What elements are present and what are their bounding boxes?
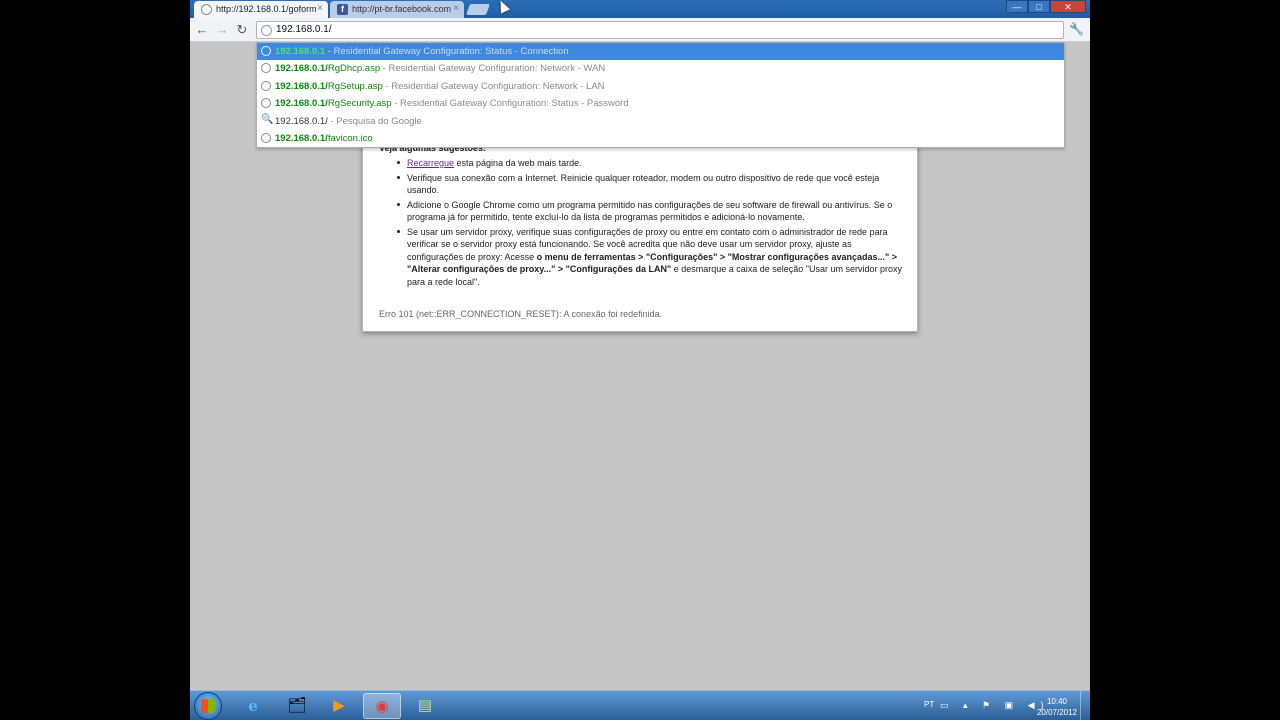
suggestion-desc: - Pesquisa do Google xyxy=(327,115,422,127)
tab-facebook[interactable]: f http://pt-br.facebook.com × xyxy=(330,1,464,18)
suggestion-desc: - Residential Gateway Configuration: Net… xyxy=(382,80,605,92)
suggestion-item[interactable]: 192.168.0.1/favicon.ico xyxy=(257,130,1064,147)
search-icon: 🔍 xyxy=(261,113,274,125)
media-player-icon[interactable]: ▶ xyxy=(320,693,358,719)
back-button[interactable]: ← xyxy=(194,22,210,38)
globe-icon xyxy=(261,98,271,109)
windows-logo-icon xyxy=(201,699,215,713)
suggestion-url: 192.168.0.1/ xyxy=(275,63,328,75)
suggestion-desc: - Residential Gateway Configuration: Net… xyxy=(380,63,606,75)
screen: http://192.168.0.1/goform × f http://pt-… xyxy=(190,0,1090,720)
list-item: Se usar um servidor proxy, verifique sua… xyxy=(379,226,904,289)
reload-link[interactable]: Recarregue xyxy=(407,158,454,168)
suggestion-query: 192.168.0.1/ xyxy=(275,115,328,127)
taskbar: e 🗂 ▶ ◉ ▤ PT ▭ ▴ ⚑ ▣ ◀) 10:40 20/07/2012 xyxy=(190,690,1090,720)
language-indicator[interactable]: PT xyxy=(924,700,934,709)
wrench-icon[interactable]: 🔧 xyxy=(1069,22,1084,36)
suggestion-url-path: RgSecurity.asp xyxy=(327,98,392,110)
suggestion-text: esta página da web mais tarde. xyxy=(454,158,582,168)
globe-icon xyxy=(261,25,272,36)
minimize-button[interactable]: — xyxy=(1006,0,1028,13)
internet-explorer-icon[interactable]: e xyxy=(234,693,272,719)
list-item: Recarregue esta página da web mais tarde… xyxy=(379,157,904,170)
file-explorer-icon[interactable]: 🗂 xyxy=(278,693,316,719)
omnibox-dropdown: 192.168.0.1 - Residential Gateway Config… xyxy=(256,42,1065,148)
suggestion-url-path: RgDhcp.asp xyxy=(327,63,381,75)
suggestion-desc: - Residential Gateway Configuration: Sta… xyxy=(325,46,569,57)
suggestion-url: 192.168.0.1/ xyxy=(275,132,328,144)
suggestion-url-path: favicon.ico xyxy=(327,132,373,144)
list-item: Adicione o Google Chrome como um program… xyxy=(379,199,904,224)
chrome-icon[interactable]: ◉ xyxy=(363,693,401,719)
suggestion-item[interactable]: 192.168.0.1/RgSecurity.asp - Residential… xyxy=(257,95,1064,112)
reload-button[interactable]: ↻ xyxy=(234,22,250,38)
forward-button[interactable]: → xyxy=(214,22,230,38)
close-window-button[interactable]: ✕ xyxy=(1050,0,1086,13)
window-controls: — □ ✕ xyxy=(1006,0,1086,13)
globe-icon xyxy=(261,132,271,143)
suggestion-url: 192.168.0.1/ xyxy=(275,98,328,110)
suggestion-text: Verifique sua conexão com a Internet. Re… xyxy=(407,172,880,196)
omnibox[interactable]: 192.168.0.1/ xyxy=(256,21,1064,39)
suggestion-item[interactable]: 192.168.0.1/RgSetup.asp - Residential Ga… xyxy=(257,78,1064,95)
suggestion-item[interactable]: 192.168.0.1/RgDhcp.asp - Residential Gat… xyxy=(257,60,1064,77)
suggestion-item-search[interactable]: 🔍 192.168.0.1/ - Pesquisa do Google xyxy=(257,113,1064,130)
globe-icon xyxy=(261,80,271,91)
start-button[interactable] xyxy=(194,692,222,720)
facebook-icon: f xyxy=(337,4,348,15)
tab-close-icon[interactable]: × xyxy=(453,3,459,14)
globe-icon xyxy=(201,4,212,15)
toolbar: ← → ↻ 192.168.0.1/ 🔧 xyxy=(190,18,1090,42)
tab-title: http://192.168.0.1/goform xyxy=(216,4,317,14)
error-code: Erro 101 (net::ERR_CONNECTION_RESET): A … xyxy=(379,309,663,319)
suggestion-text: Adicione o Google Chrome como um program… xyxy=(407,199,893,223)
tab-strip: http://192.168.0.1/goform × f http://pt-… xyxy=(190,0,1090,18)
tab-close-icon[interactable]: × xyxy=(317,3,323,14)
suggestion-url-path: RgSetup.asp xyxy=(327,80,383,92)
maximize-button[interactable]: □ xyxy=(1028,0,1050,13)
tab-title: http://pt-br.facebook.com xyxy=(352,4,452,14)
globe-icon xyxy=(261,46,271,56)
suggestion-desc: - Residential Gateway Configuration: Sta… xyxy=(391,98,629,110)
omnibox-text[interactable]: 192.168.0.1/ xyxy=(276,24,332,35)
suggestions-list: Recarregue esta página da web mais tarde… xyxy=(379,157,904,290)
show-desktop-button[interactable] xyxy=(1080,691,1090,720)
clock[interactable]: 10:40 20/07/2012 xyxy=(1030,696,1084,718)
clock-time: 10:40 xyxy=(1046,697,1068,706)
suggestion-url: 192.168.0.1/ xyxy=(275,80,328,92)
suggestion-item[interactable]: 192.168.0.1 - Residential Gateway Config… xyxy=(257,43,1064,61)
notes-icon[interactable]: ▤ xyxy=(406,693,444,719)
tab-router[interactable]: http://192.168.0.1/goform × xyxy=(194,1,328,18)
list-item: Verifique sua conexão com a Internet. Re… xyxy=(379,172,904,197)
new-tab-button[interactable] xyxy=(465,4,491,15)
clock-date: 20/07/2012 xyxy=(1036,708,1078,717)
globe-icon xyxy=(261,63,271,74)
suggestion-url: 192.168.0.1 xyxy=(275,46,326,57)
